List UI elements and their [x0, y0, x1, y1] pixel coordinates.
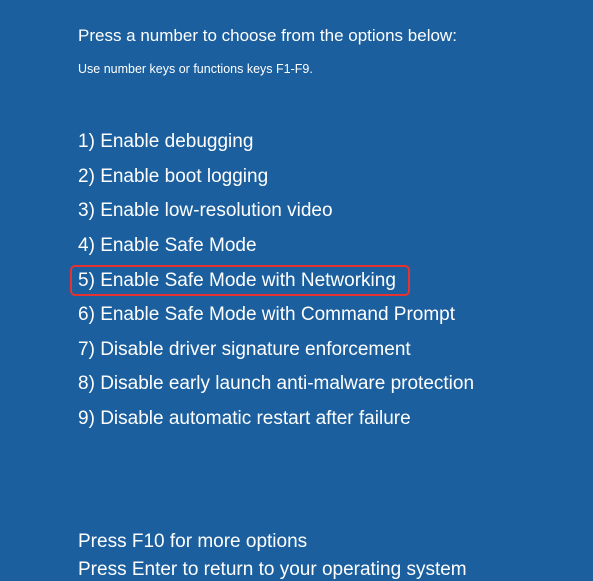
subheading: Use number keys or functions keys F1-F9.	[78, 62, 593, 76]
option-label: Enable debugging	[100, 131, 253, 152]
option-4[interactable]: 4) Enable Safe Mode	[78, 232, 257, 260]
option-number: 8)	[78, 373, 95, 394]
option-label: Disable automatic restart after failure	[100, 408, 410, 429]
option-label: Enable Safe Mode with Command Prompt	[100, 304, 455, 325]
option-number: 4)	[78, 235, 95, 256]
option-8[interactable]: 8) Disable early launch anti-malware pro…	[78, 370, 474, 398]
startup-options-list: 1) Enable debugging 2) Enable boot loggi…	[78, 128, 593, 433]
footer: Press F10 for more options Press Enter t…	[78, 531, 593, 581]
option-number: 6)	[78, 304, 95, 325]
option-label: Enable low-resolution video	[100, 200, 332, 221]
option-number: 9)	[78, 408, 95, 429]
option-7[interactable]: 7) Disable driver signature enforcement	[78, 336, 411, 364]
option-number: 7)	[78, 339, 95, 360]
option-number: 5)	[78, 270, 95, 291]
option-6[interactable]: 6) Enable Safe Mode with Command Prompt	[78, 301, 455, 329]
option-number: 1)	[78, 131, 95, 152]
footer-more-options: Press F10 for more options	[78, 531, 593, 553]
option-9[interactable]: 9) Disable automatic restart after failu…	[78, 405, 411, 433]
option-label: Enable Safe Mode with Networking	[100, 270, 396, 291]
option-label: Disable early launch anti-malware protec…	[100, 373, 474, 394]
option-number: 2)	[78, 166, 95, 187]
option-label: Enable Safe Mode	[100, 235, 256, 256]
option-number: 3)	[78, 200, 95, 221]
option-label: Disable driver signature enforcement	[100, 339, 411, 360]
option-1[interactable]: 1) Enable debugging	[78, 128, 253, 156]
option-3[interactable]: 3) Enable low-resolution video	[78, 197, 333, 225]
option-2[interactable]: 2) Enable boot logging	[78, 163, 268, 191]
option-label: Enable boot logging	[100, 166, 268, 187]
footer-return: Press Enter to return to your operating …	[78, 559, 593, 581]
heading: Press a number to choose from the option…	[78, 26, 593, 46]
option-5[interactable]: 5) Enable Safe Mode with Networking	[74, 267, 404, 295]
